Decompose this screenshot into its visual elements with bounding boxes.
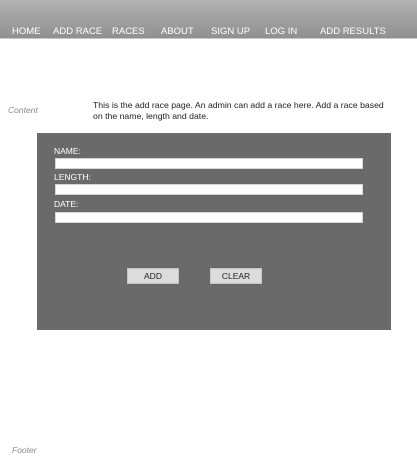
nav-races-link[interactable]: RACES xyxy=(112,26,145,37)
name-label: NAME: xyxy=(54,146,81,156)
nav-add-race-link[interactable]: ADD RACE xyxy=(53,26,102,37)
add-button[interactable]: ADD xyxy=(127,268,179,284)
nav-log-in-link[interactable]: LOG IN xyxy=(265,26,297,37)
nav-add-results-link[interactable]: ADD RESULTS xyxy=(320,26,386,37)
add-race-form: NAME: LENGTH: DATE: ADD CLEAR xyxy=(37,133,391,330)
footer-label: Footer xyxy=(12,445,37,455)
content-section-label: Content xyxy=(8,105,38,115)
nav-bar: HOME ADD RACE RACES ABOUT SIGN UP LOG IN… xyxy=(0,0,417,38)
clear-button[interactable]: CLEAR xyxy=(210,268,262,284)
name-input[interactable] xyxy=(55,158,363,169)
date-label: DATE: xyxy=(54,199,79,209)
length-label: LENGTH: xyxy=(54,172,91,182)
date-input[interactable] xyxy=(55,212,363,223)
intro-text: This is the add race page. An admin can … xyxy=(93,100,384,121)
length-input[interactable] xyxy=(55,184,363,195)
nav-sign-up-link[interactable]: SIGN UP xyxy=(211,26,250,37)
nav-home-link[interactable]: HOME xyxy=(12,26,41,37)
nav-about-link[interactable]: ABOUT xyxy=(161,26,194,37)
nav-divider xyxy=(0,38,417,39)
